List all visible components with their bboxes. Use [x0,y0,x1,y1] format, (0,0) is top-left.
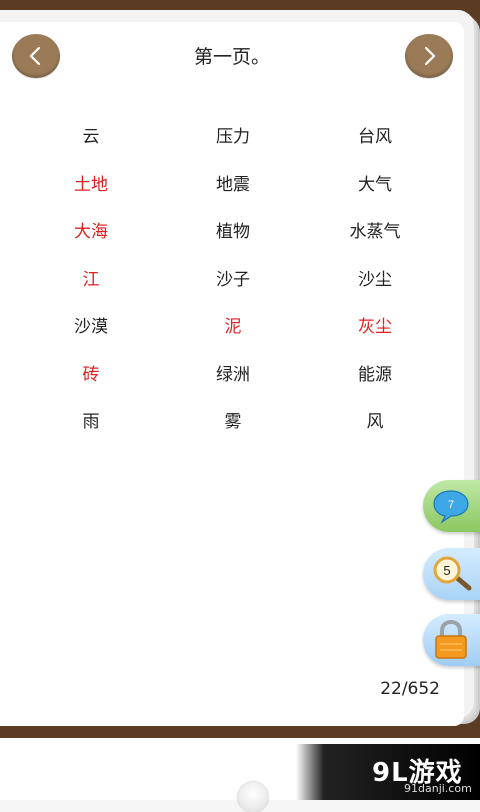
search-button[interactable]: 5 [423,548,480,600]
word-item[interactable]: 沙漠 [20,312,162,360]
word-item[interactable]: 泥 [162,312,304,360]
chat-count: 7 [448,499,454,511]
word-item[interactable]: 砖 [20,360,162,408]
page-title: 第一页。 [193,46,270,68]
next-page-button[interactable] [405,34,453,78]
word-item[interactable]: 土地 [20,170,162,218]
word-item[interactable]: 江 [20,265,162,313]
word-item[interactable]: 云 [20,122,162,170]
word-item[interactable]: 地震 [162,170,304,218]
word-item[interactable]: 风 [304,407,446,455]
word-item[interactable]: 水蒸气 [304,217,446,265]
word-item[interactable]: 植物 [162,217,304,265]
word-item[interactable]: 绿洲 [162,360,304,408]
word-item[interactable]: 雾 [162,407,304,455]
home-button[interactable] [238,782,268,812]
search-count: 5 [443,563,450,578]
lock-icon [435,619,467,659]
word-item[interactable]: 台风 [304,122,446,170]
watermark-url: 91danji.com [404,782,472,795]
chevron-right-icon [424,46,436,66]
word-item[interactable]: 雨 [20,407,162,455]
word-item[interactable]: 大海 [20,217,162,265]
word-grid: 云 压力 台风 土地 地震 大气 大海 植物 水蒸气 江 沙子 沙尘 沙漠 泥 … [20,122,446,455]
chat-button[interactable]: 7 [423,480,480,532]
word-item[interactable]: 灰尘 [304,312,446,360]
word-item[interactable]: 沙尘 [304,265,446,313]
word-item[interactable]: 能源 [304,360,446,408]
word-item[interactable]: 沙子 [162,265,304,313]
page-indicator: 22/652 [380,679,440,699]
lock-button[interactable] [423,614,480,666]
word-item[interactable]: 大气 [304,170,446,218]
magnifier-icon: 5 [433,556,472,591]
chat-bubble-icon: 7 [433,490,469,524]
word-item[interactable]: 压力 [162,122,304,170]
